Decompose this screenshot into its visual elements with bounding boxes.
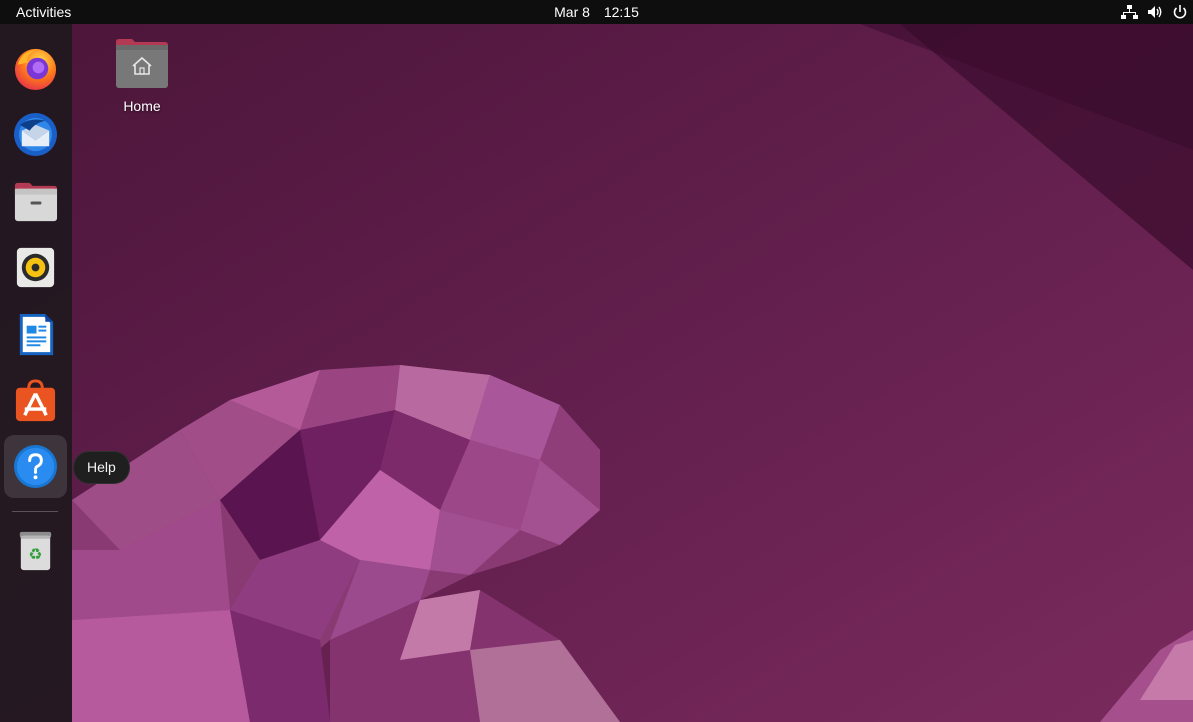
desktop-icon-label: Home [123,98,161,114]
svg-text:♻: ♻ [28,544,42,563]
thunderbird-icon [13,112,58,157]
dock-separator [12,511,58,512]
dock-item-rhythmbox[interactable] [4,236,67,299]
rhythmbox-icon [16,247,55,288]
clock-button[interactable]: Mar 8 12:15 [554,0,639,24]
files-icon [14,182,58,222]
dock-item-thunderbird[interactable] [4,103,67,166]
firefox-icon [14,48,57,91]
volume-icon[interactable] [1146,3,1164,21]
activities-button[interactable]: Activities [6,0,81,24]
dock: ♻ [0,24,72,722]
dock-item-libreoffice-writer[interactable] [4,303,67,366]
trash-icon: ♻ [19,531,52,571]
network-icon[interactable] [1120,3,1138,21]
dock-item-help[interactable] [4,435,67,498]
date-label: Mar 8 [554,4,590,20]
libreoffice-writer-icon [19,313,54,356]
time-label: 12:15 [603,4,639,20]
dock-tooltip: Help [73,451,130,484]
home-folder-icon [116,39,168,88]
ubuntu-software-icon [15,379,56,422]
top-bar: Activities Mar 8 12:15 [0,0,1193,24]
help-icon [13,444,58,489]
dock-item-firefox[interactable] [4,37,67,100]
dock-item-files[interactable] [4,170,67,233]
dock-item-ubuntu-software[interactable] [4,369,67,432]
desktop-screen: Activities Mar 8 12:15 ♻ Help Home [0,0,1193,722]
system-tray[interactable] [1103,0,1193,24]
power-icon[interactable] [1171,3,1189,21]
desktop-home-icon[interactable]: Home [104,34,180,124]
dock-item-trash[interactable]: ♻ [4,518,67,581]
